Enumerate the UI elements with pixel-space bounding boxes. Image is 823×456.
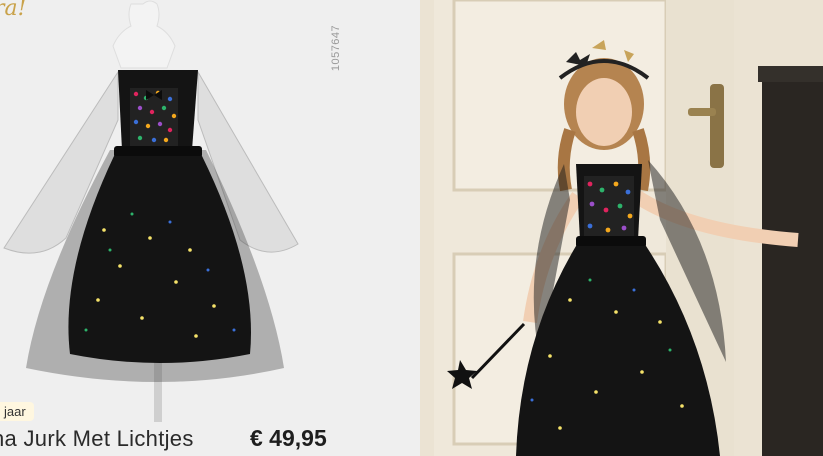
product-title[interactable]: na Jurk Met Lichtjes xyxy=(0,426,194,452)
sequin-panel xyxy=(130,88,178,146)
age-badge: jaar xyxy=(0,402,34,421)
product-photo-mannequin[interactable]: ra! xyxy=(0,0,420,456)
child-in-dress-photo xyxy=(434,0,823,456)
dress-on-mannequin-illustration xyxy=(3,0,299,422)
product-photo-child-model[interactable] xyxy=(420,0,823,456)
door-handle xyxy=(710,84,724,168)
product-price: € 49,95 xyxy=(250,425,327,451)
dark-cabinet xyxy=(762,66,823,456)
product-sku-label: 1057647 xyxy=(330,24,342,72)
decorative-script-text: ra! xyxy=(0,0,27,21)
